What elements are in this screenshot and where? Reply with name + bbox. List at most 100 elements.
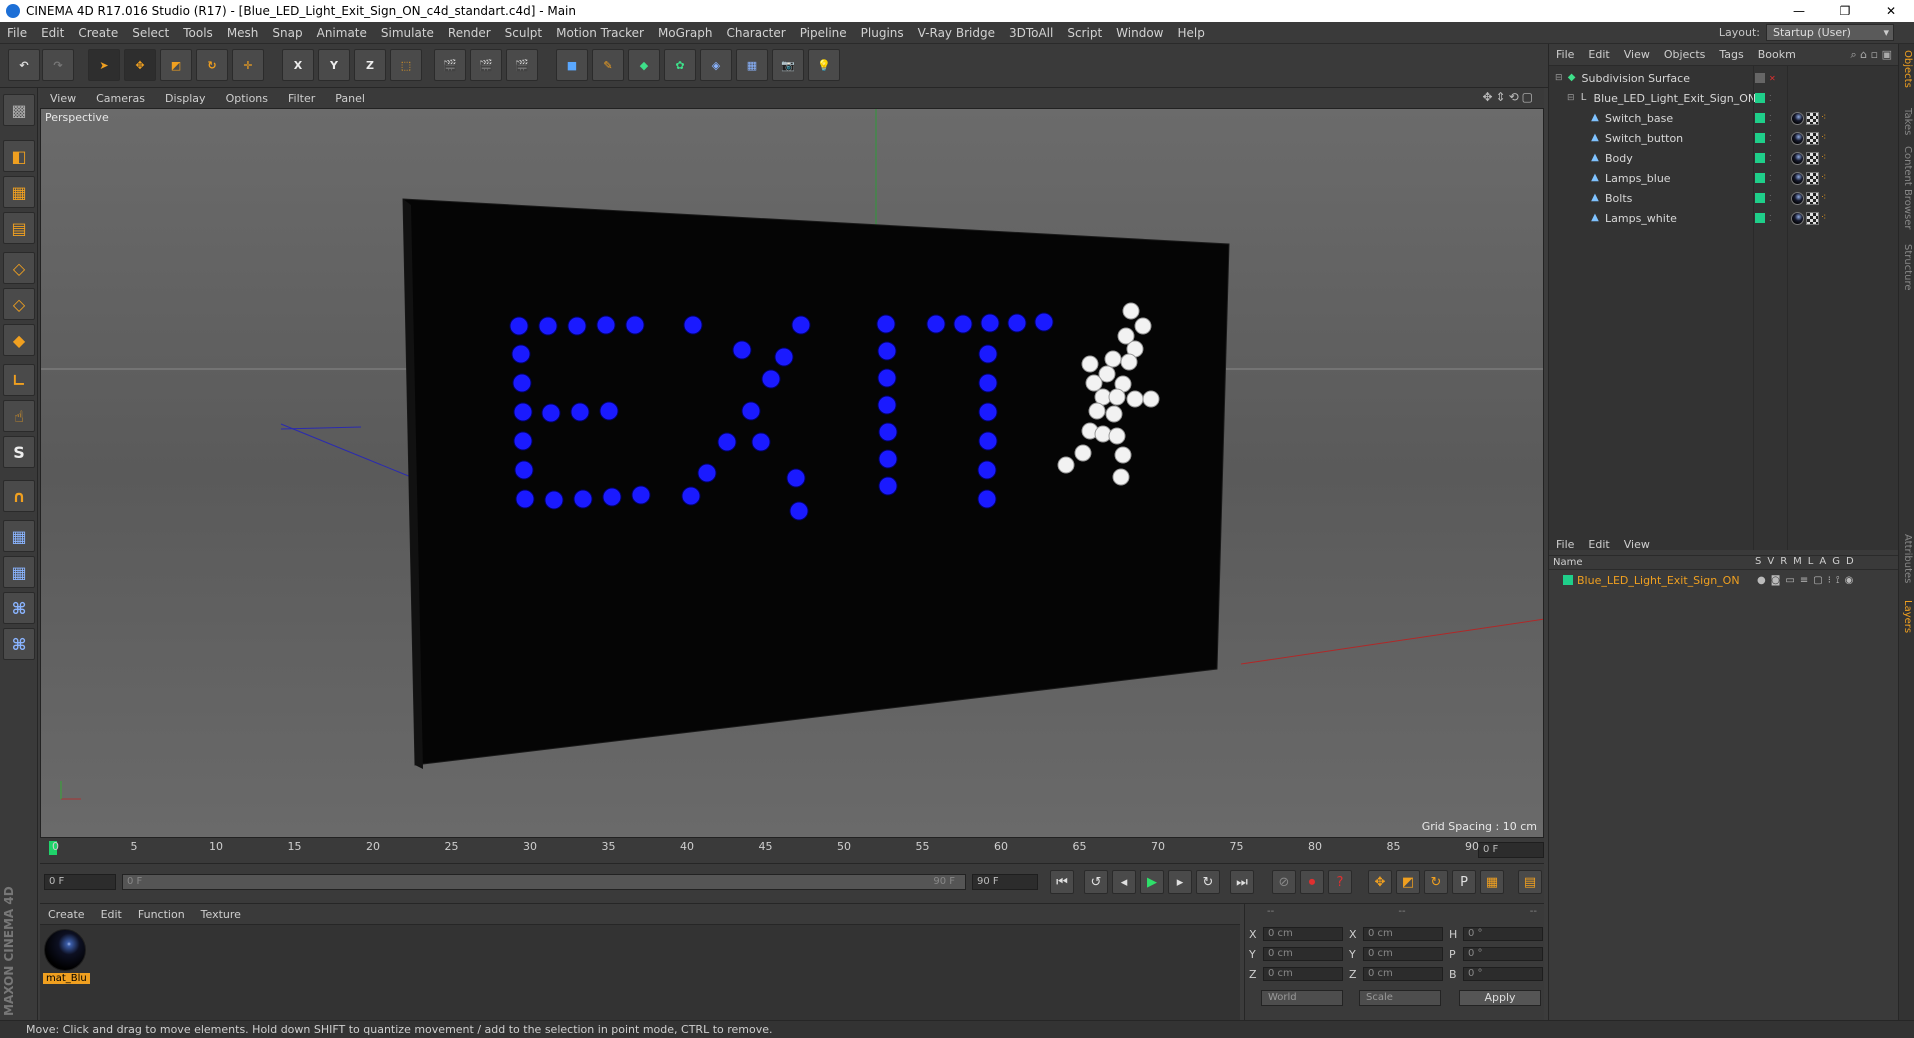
end-frame-field[interactable]: 90 F: [972, 874, 1038, 890]
play-icon[interactable]: ▶: [1140, 870, 1164, 894]
move-tool-icon[interactable]: ✥: [124, 49, 156, 81]
phong-tag-icon[interactable]: ⁖: [1821, 192, 1834, 205]
menu-animate[interactable]: Animate: [310, 26, 374, 40]
object-row-blue-led-light-exit-sign-on[interactable]: ⊟ L Blue_LED_Light_Exit_Sign_ON ⁚: [1549, 88, 1899, 108]
array-cloner-icon[interactable]: ✿: [664, 49, 696, 81]
texture-tag-icon[interactable]: [1806, 151, 1819, 165]
phong-tag-icon[interactable]: ⁖: [1821, 112, 1834, 125]
scale-tool-icon[interactable]: ◩: [160, 49, 192, 81]
redo-icon[interactable]: ↷: [42, 49, 74, 81]
objects-search-icon[interactable]: ⌕ ⌂ ▫ ▣: [1851, 48, 1898, 62]
texture-tag-icon[interactable]: [1806, 131, 1819, 145]
restore-button[interactable]: ❐: [1822, 0, 1868, 22]
menu-help[interactable]: Help: [1170, 26, 1211, 40]
make-editable-icon[interactable]: ▩: [3, 94, 35, 126]
material-tag-icon[interactable]: [1791, 171, 1804, 185]
scale-y-field[interactable]: 0 cm: [1363, 947, 1443, 961]
objects-menu-file[interactable]: File: [1549, 48, 1581, 61]
layers-menu-view[interactable]: View: [1617, 538, 1657, 551]
viewport-menu-filter[interactable]: Filter: [278, 92, 325, 105]
menu-pipeline[interactable]: Pipeline: [793, 26, 854, 40]
material-tag-icon[interactable]: [1791, 211, 1804, 225]
x-axis-button[interactable]: X: [282, 49, 314, 81]
axis-mode-icon[interactable]: ∟: [3, 364, 35, 396]
previous-keyframe-icon[interactable]: ↺: [1084, 870, 1108, 894]
grid-lock-icon[interactable]: ▦: [3, 520, 35, 552]
object-row-switch-base[interactable]: ▲ Switch_base ⁚ ⁖: [1549, 108, 1899, 128]
go-to-start-icon[interactable]: ⏮: [1050, 870, 1074, 894]
object-row-subdivision-surface[interactable]: ⊟ ◆ Subdivision Surface ✕: [1549, 68, 1899, 88]
texture-tag-icon[interactable]: [1806, 211, 1819, 225]
phong-tag-icon[interactable]: ⁖: [1821, 152, 1834, 165]
menu-simulate[interactable]: Simulate: [374, 26, 441, 40]
key-rotation-icon[interactable]: ↻: [1424, 870, 1448, 894]
timeline-window-icon[interactable]: ▤: [1518, 870, 1542, 894]
transform-tool-icon[interactable]: ✛: [232, 49, 264, 81]
viewport-menu-panel[interactable]: Panel: [325, 92, 375, 105]
edges-mode-icon[interactable]: ◇: [3, 288, 35, 320]
coordinate-mode-select[interactable]: World: [1261, 990, 1343, 1006]
magnet-icon[interactable]: ∩: [3, 480, 35, 512]
layer-flags-icons[interactable]: ●◙▭≡▢⁝⟟◉: [1757, 575, 1858, 586]
tweak-mode-icon[interactable]: ☝: [3, 400, 35, 432]
material-tag-icon[interactable]: [1791, 111, 1804, 125]
texture-tag-icon[interactable]: [1806, 171, 1819, 185]
menu-plugins[interactable]: Plugins: [854, 26, 911, 40]
material-menu-function[interactable]: Function: [130, 908, 193, 921]
go-to-end-icon[interactable]: ⏭: [1230, 870, 1254, 894]
menu-character[interactable]: Character: [719, 26, 792, 40]
material-tag-icon[interactable]: [1791, 191, 1804, 205]
apply-button[interactable]: Apply: [1459, 990, 1541, 1006]
grid-snap-icon[interactable]: ▦: [3, 556, 35, 588]
layers-menu-edit[interactable]: Edit: [1581, 538, 1616, 551]
viewport-nav-icons[interactable]: ✥⇕⟲▢: [1482, 90, 1536, 104]
tab-structure[interactable]: Structure: [1901, 244, 1913, 291]
menu-motion-tracker[interactable]: Motion Tracker: [549, 26, 651, 40]
menu-script[interactable]: Script: [1060, 26, 1109, 40]
pen-spline-icon[interactable]: ✎: [592, 49, 624, 81]
menu-mesh[interactable]: Mesh: [220, 26, 266, 40]
start-frame-field[interactable]: 0 F: [44, 874, 116, 890]
key-position-icon[interactable]: ✥: [1368, 870, 1392, 894]
objects-menu-edit[interactable]: Edit: [1581, 48, 1616, 61]
rotation-h-field[interactable]: 0 °: [1463, 927, 1543, 941]
viewport-menu-cameras[interactable]: Cameras: [86, 92, 155, 105]
menu-sculpt[interactable]: Sculpt: [498, 26, 549, 40]
menu-edit[interactable]: Edit: [34, 26, 71, 40]
material-tag-icon[interactable]: [1791, 151, 1804, 165]
layout-select[interactable]: Startup (User): [1766, 24, 1894, 41]
menu-snap[interactable]: Snap: [265, 26, 309, 40]
menu-tools[interactable]: Tools: [176, 26, 220, 40]
workplane-mode-icon[interactable]: ▤: [3, 212, 35, 244]
scale-x-field[interactable]: 0 cm: [1363, 927, 1443, 941]
y-axis-button[interactable]: Y: [318, 49, 350, 81]
python-generator-icon[interactable]: ⌘: [3, 628, 35, 660]
tab-layers[interactable]: Layers: [1901, 600, 1913, 633]
objects-menu-objects[interactable]: Objects: [1657, 48, 1713, 61]
viewport-menu-display[interactable]: Display: [155, 92, 216, 105]
texture-mode-icon[interactable]: ▦: [3, 176, 35, 208]
object-row-body[interactable]: ▲ Body ⁚ ⁖: [1549, 148, 1899, 168]
z-axis-button[interactable]: Z: [354, 49, 386, 81]
layers-menu-file[interactable]: File: [1549, 538, 1581, 551]
objects-menu-tags[interactable]: Tags: [1712, 48, 1750, 61]
python-script-icon[interactable]: ⌘: [3, 592, 35, 624]
material-preview-ball[interactable]: [44, 929, 86, 971]
key-scale-icon[interactable]: ◩: [1396, 870, 1420, 894]
polygons-mode-icon[interactable]: ◆: [3, 324, 35, 356]
render-settings-icon[interactable]: 🎬: [506, 49, 538, 81]
viewport-menu-view[interactable]: View: [40, 92, 86, 105]
timeline-ruler[interactable]: 0 F 0 5 10 15 20 25 30 35 40 45 50 55 60 65 70 75 80 85 90: [40, 838, 1544, 864]
layer-color-swatch[interactable]: [1563, 575, 1573, 585]
render-picture-viewer-icon[interactable]: 🎬: [470, 49, 502, 81]
tab-objects[interactable]: Objects: [1901, 50, 1913, 88]
texture-tag-icon[interactable]: [1806, 191, 1819, 205]
tab-takes[interactable]: Takes: [1901, 108, 1913, 135]
viewport-menu-options[interactable]: Options: [216, 92, 278, 105]
material-menu-create[interactable]: Create: [40, 908, 93, 921]
material-name[interactable]: mat_Blu: [43, 973, 90, 984]
coordinate-system-icon[interactable]: ⬚: [390, 49, 422, 81]
rotation-p-field[interactable]: 0 °: [1463, 947, 1543, 961]
menu-create[interactable]: Create: [71, 26, 125, 40]
menu-render[interactable]: Render: [441, 26, 498, 40]
